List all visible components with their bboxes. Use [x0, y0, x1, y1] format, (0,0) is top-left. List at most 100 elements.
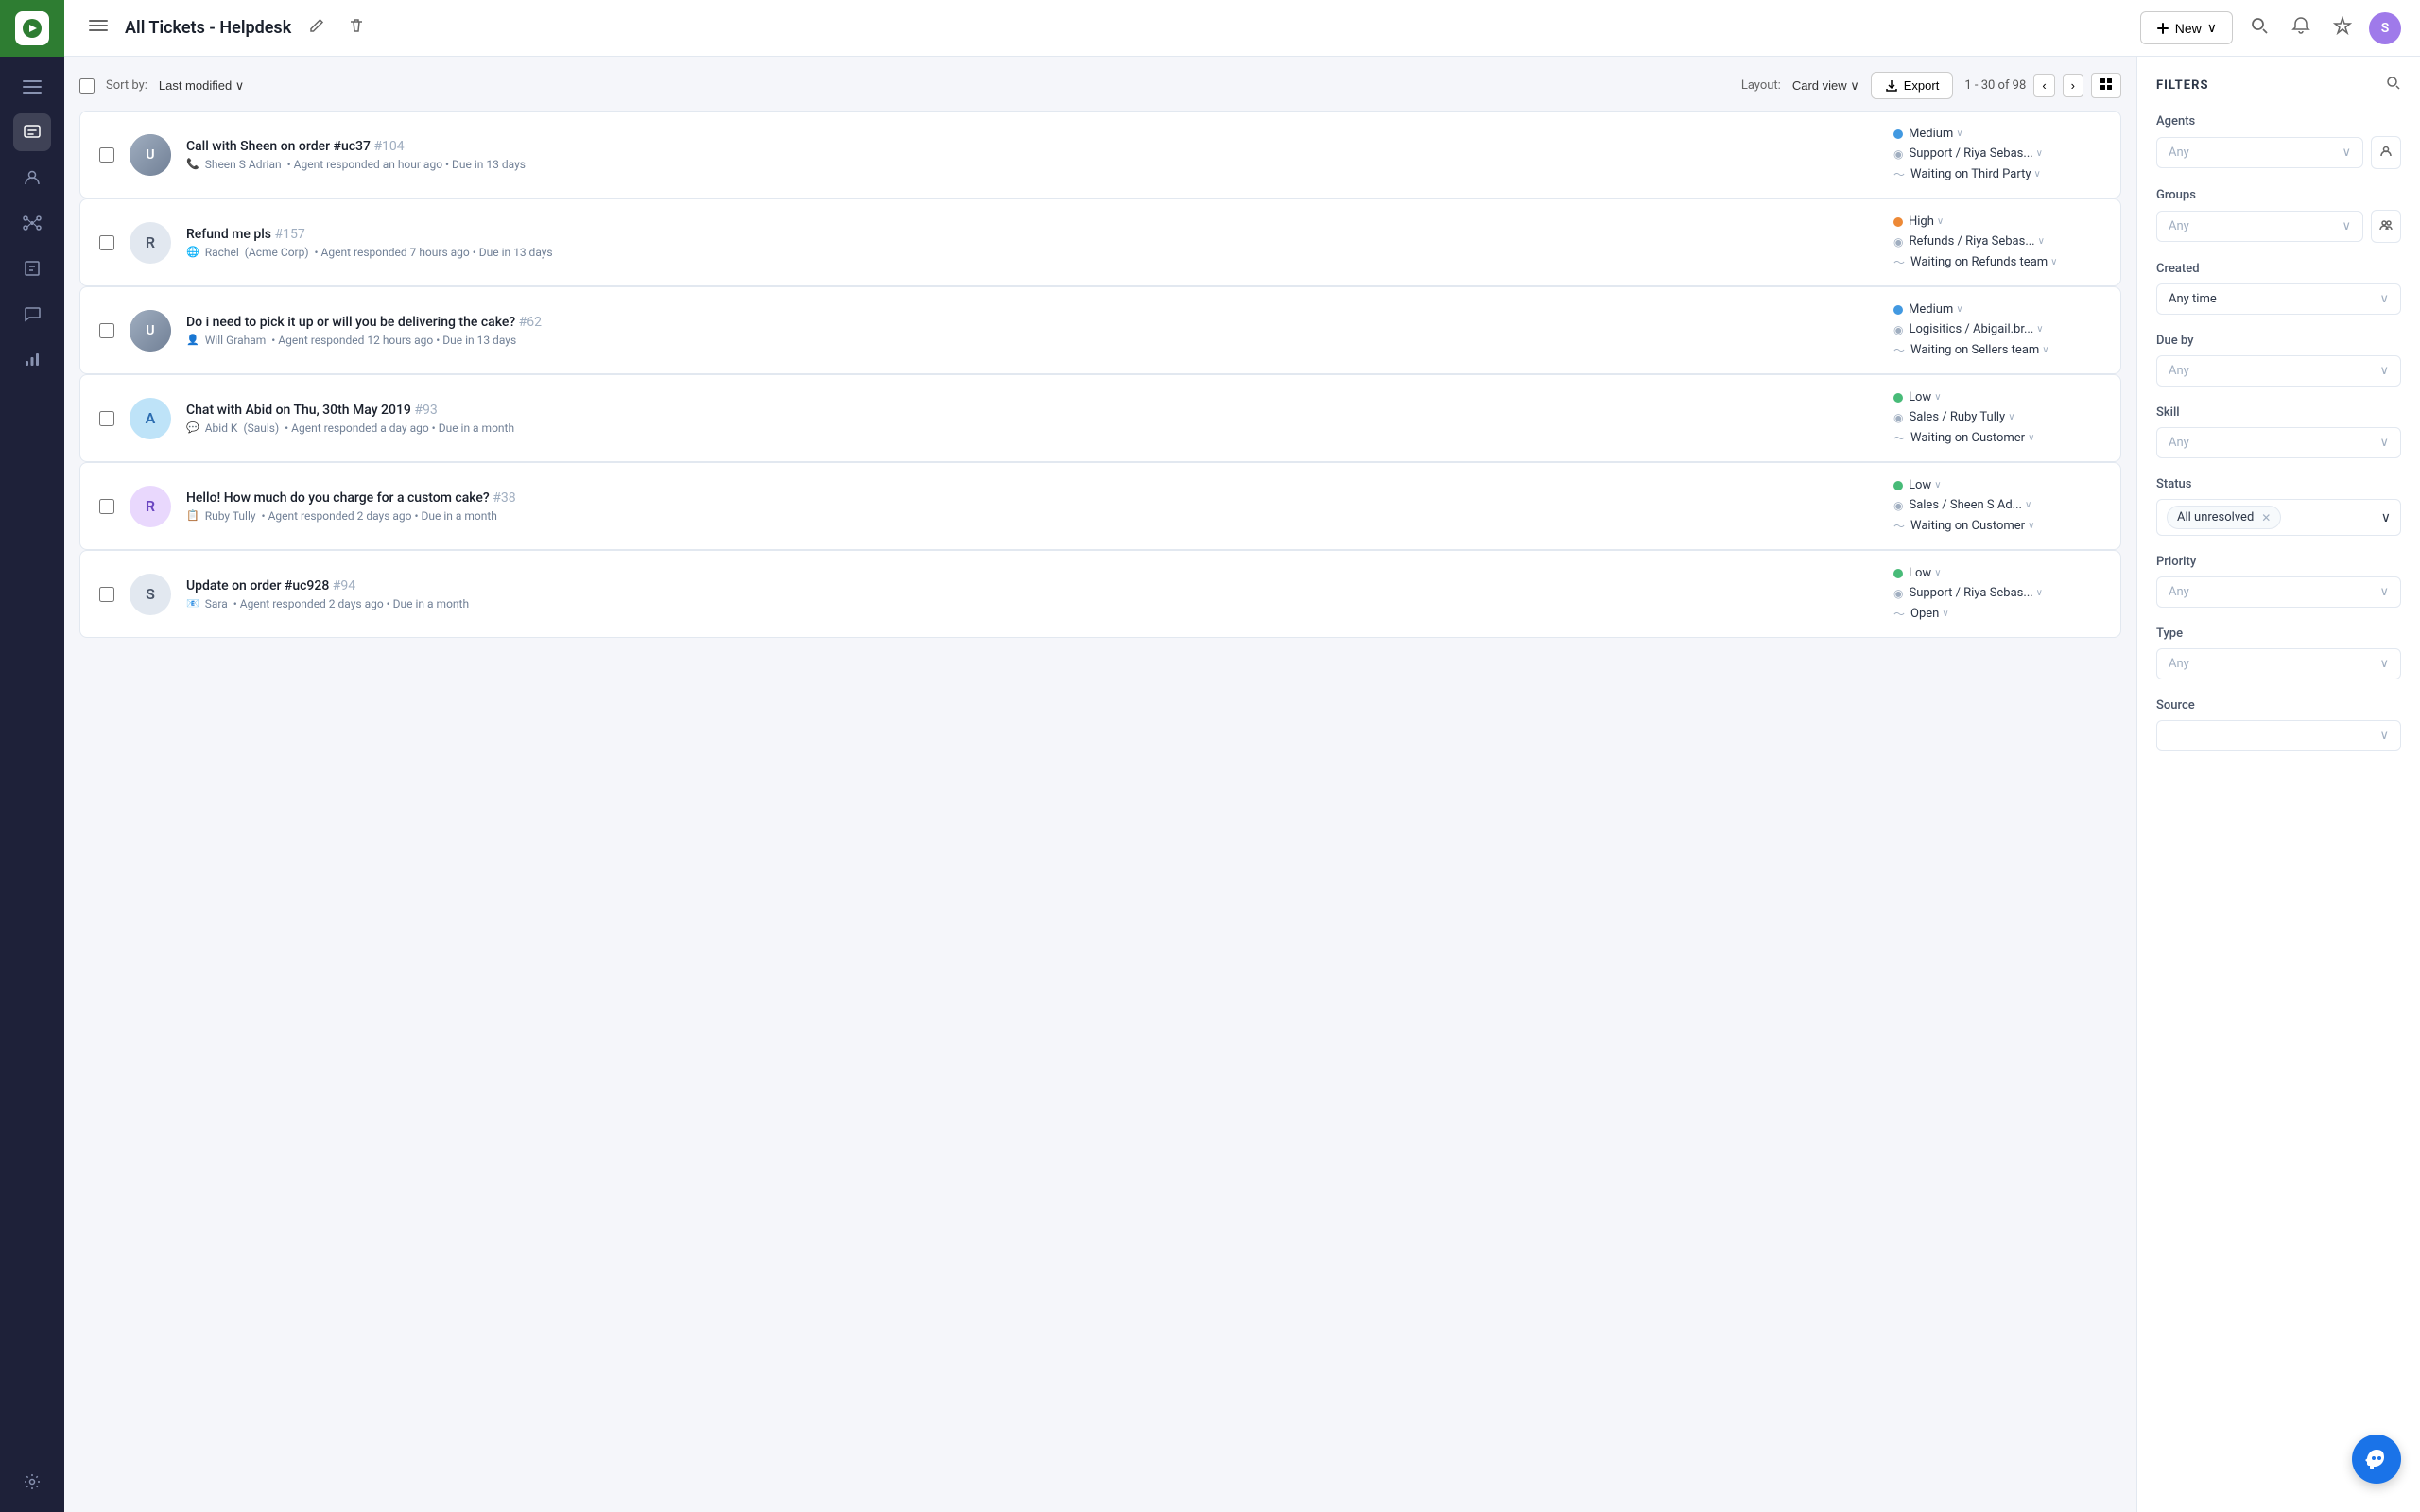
- floating-action-button[interactable]: [2352, 1435, 2401, 1484]
- filter-type-label: Type: [2156, 627, 2401, 641]
- notifications-button[interactable]: [2286, 10, 2316, 45]
- sidebar-item-tickets[interactable]: [13, 113, 51, 151]
- filter-priority-label: Priority: [2156, 555, 2401, 569]
- team-dropdown[interactable]: Refunds / Riya Sebas... ∨: [1909, 234, 2044, 249]
- ticket-tags: High ∨ ◉ Refunds / Riya Sebas... ∨ 〜 Wai…: [1893, 215, 2101, 270]
- ticket-card[interactable]: U Call with Sheen on order #uc37 #104 📞 …: [79, 111, 2121, 198]
- ticket-checkbox[interactable]: [99, 235, 114, 250]
- priority-caret: ∨: [1956, 304, 1962, 315]
- team-dropdown[interactable]: Support / Riya Sebas... ∨: [1909, 586, 2043, 600]
- ticket-checkbox[interactable]: [99, 323, 114, 338]
- status-dropdown[interactable]: Waiting on Sellers team ∨: [1910, 343, 2049, 357]
- filter-source-select[interactable]: ∨: [2156, 720, 2401, 751]
- filter-created-select[interactable]: Any time ∨: [2156, 284, 2401, 315]
- status-caret: ∨: [2034, 169, 2041, 180]
- filter-groups-select[interactable]: Any ∨: [2156, 211, 2363, 242]
- team-dropdown[interactable]: Support / Riya Sebas... ∨: [1909, 146, 2043, 161]
- filter-status-select[interactable]: All unresolved ✕ ∨: [2156, 499, 2401, 536]
- hamburger-button[interactable]: [83, 10, 113, 45]
- next-page-button[interactable]: ›: [2063, 74, 2083, 97]
- filter-type-select[interactable]: Any ∨: [2156, 648, 2401, 679]
- sidebar-item-settings[interactable]: [13, 1463, 51, 1501]
- filter-created-value: Any time: [2169, 292, 2217, 306]
- status-badge-remove[interactable]: ✕: [2261, 511, 2271, 524]
- filter-skill-select[interactable]: Any ∨: [2156, 427, 2401, 458]
- priority-dropdown[interactable]: Low ∨: [1909, 390, 1942, 404]
- status-dropdown[interactable]: Waiting on Third Party ∨: [1910, 167, 2041, 181]
- prev-page-button[interactable]: ‹: [2033, 74, 2054, 97]
- priority-dropdown[interactable]: High ∨: [1909, 215, 1944, 229]
- filter-agents-select[interactable]: Any ∨: [2156, 137, 2363, 168]
- sort-button[interactable]: Last modified ∨: [159, 78, 244, 94]
- ticket-checkbox[interactable]: [99, 147, 114, 163]
- status-dropdown[interactable]: Open ∨: [1910, 607, 1949, 621]
- filters-header: FILTERS: [2156, 76, 2401, 95]
- delete-button[interactable]: [342, 11, 371, 44]
- ticket-card[interactable]: A Chat with Abid on Thu, 30th May 2019 #…: [79, 374, 2121, 462]
- ai-button[interactable]: [2327, 10, 2358, 45]
- sidebar-item-menu[interactable]: [13, 68, 51, 106]
- sidebar-item-chat[interactable]: [13, 295, 51, 333]
- priority-dropdown[interactable]: Low ∨: [1909, 478, 1942, 492]
- layout-button[interactable]: Card view ∨: [1792, 78, 1859, 94]
- sidebar-item-reports[interactable]: [13, 340, 51, 378]
- priority-dropdown[interactable]: Medium ∨: [1909, 302, 1963, 317]
- filter-groups-icon-btn[interactable]: [2371, 210, 2401, 243]
- status-row: 〜 Waiting on Third Party ∨: [1893, 166, 2041, 182]
- ticket-card[interactable]: S Update on order #uc928 #94 📧 Sara • Ag…: [79, 550, 2121, 638]
- new-button[interactable]: New ∨: [2140, 11, 2233, 44]
- filter-agents-icon-btn[interactable]: [2371, 136, 2401, 169]
- sidebar-item-network[interactable]: [13, 204, 51, 242]
- priority-label: Low: [1909, 478, 1931, 492]
- team-dropdown[interactable]: Sales / Sheen S Ad... ∨: [1909, 498, 2031, 512]
- contact-type-icon: 📞: [186, 158, 199, 170]
- ticket-number: #38: [493, 490, 515, 506]
- sidebar-item-contacts[interactable]: [13, 159, 51, 197]
- filter-priority-select[interactable]: Any ∨: [2156, 576, 2401, 608]
- priority-label: Low: [1909, 390, 1931, 404]
- filter-due-by: Due by Any ∨: [2156, 334, 2401, 387]
- status-dropdown[interactable]: Waiting on Customer ∨: [1910, 519, 2034, 533]
- app-logo[interactable]: [15, 11, 49, 45]
- ticket-tags: Medium ∨ ◉ Support / Riya Sebas... ∨ 〜 W…: [1893, 127, 2101, 182]
- team-caret: ∨: [2038, 236, 2045, 247]
- user-avatar[interactable]: S: [2369, 12, 2401, 44]
- ticket-tags: Medium ∨ ◉ Logisitics / Abigail.br... ∨ …: [1893, 302, 2101, 358]
- select-all-checkbox[interactable]: [79, 78, 95, 94]
- filter-due-by-select[interactable]: Any ∨: [2156, 355, 2401, 387]
- priority-row: Medium ∨: [1893, 302, 1963, 317]
- priority-dropdown[interactable]: Medium ∨: [1909, 127, 1963, 141]
- team-label: Sales / Ruby Tully: [1909, 410, 2005, 424]
- edit-button[interactable]: [302, 11, 331, 44]
- filter-due-by-caret: ∨: [2379, 364, 2389, 378]
- status-dropdown[interactable]: Waiting on Refunds team ∨: [1910, 255, 2057, 269]
- sidebar-item-knowledge[interactable]: [13, 249, 51, 287]
- grid-toggle-button[interactable]: [2091, 73, 2121, 98]
- filter-groups-value: Any: [2169, 219, 2189, 233]
- filters-search-button[interactable]: [2386, 76, 2401, 95]
- contact-name: Sara: [205, 597, 228, 610]
- ticket-time-meta: • Agent responded 2 days ago • Due in a …: [233, 597, 469, 610]
- sub-bar: Sort by: Last modified ∨ Layout: Card vi…: [79, 72, 2121, 99]
- team-icon: ◉: [1893, 323, 1903, 336]
- ticket-card[interactable]: R Hello! How much do you charge for a cu…: [79, 462, 2121, 550]
- status-label: Waiting on Third Party: [1910, 167, 2031, 181]
- ticket-checkbox[interactable]: [99, 411, 114, 426]
- ticket-card[interactable]: U Do i need to pick it up or will you be…: [79, 286, 2121, 374]
- ticket-card[interactable]: R Refund me pls #157 🌐 Rachel (Acme Corp…: [79, 198, 2121, 286]
- status-icon: 〜: [1893, 518, 1905, 534]
- team-dropdown[interactable]: Logisitics / Abigail.br... ∨: [1909, 322, 2043, 336]
- ticket-checkbox[interactable]: [99, 587, 114, 602]
- status-caret: ∨: [2042, 345, 2048, 355]
- priority-caret: ∨: [1934, 480, 1941, 490]
- team-dropdown[interactable]: Sales / Ruby Tully ∨: [1909, 410, 2014, 424]
- team-caret: ∨: [2036, 588, 2043, 598]
- status-dropdown[interactable]: Waiting on Customer ∨: [1910, 431, 2034, 445]
- ticket-checkbox[interactable]: [99, 499, 114, 514]
- contact-name: Sheen S Adrian: [205, 158, 282, 171]
- status-badge-text: All unresolved: [2177, 510, 2254, 524]
- export-button[interactable]: Export: [1871, 72, 1954, 99]
- priority-dropdown[interactable]: Low ∨: [1909, 566, 1942, 580]
- status-label: Waiting on Customer: [1910, 519, 2025, 533]
- search-button[interactable]: [2244, 10, 2274, 46]
